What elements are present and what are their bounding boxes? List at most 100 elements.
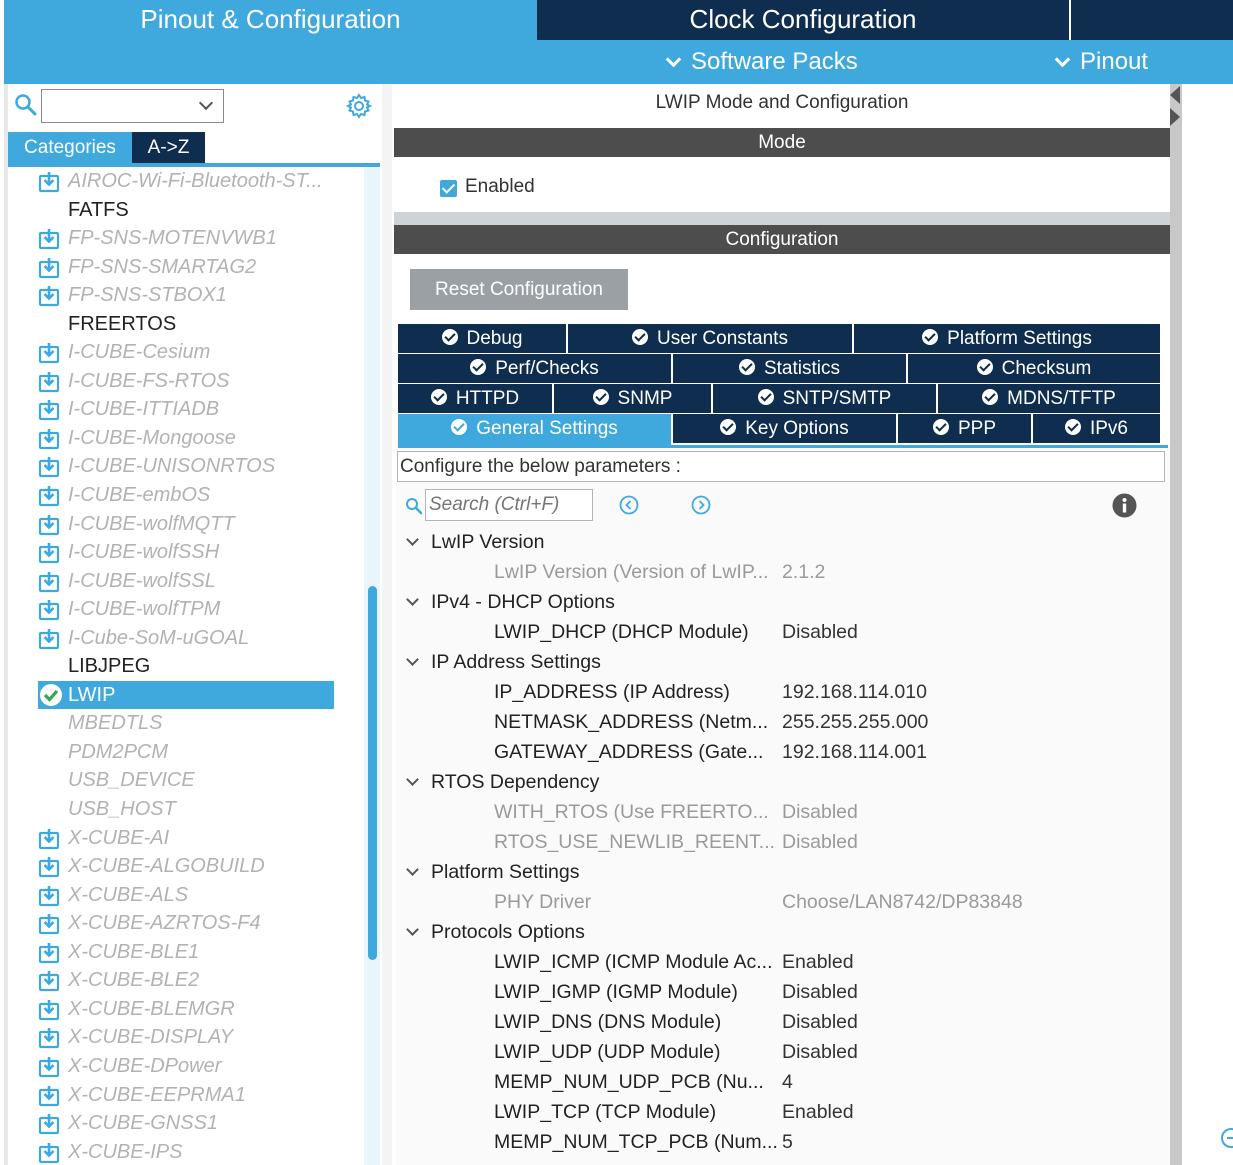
category-item[interactable]: FATFS	[8, 196, 364, 225]
param-value[interactable]: Disabled	[782, 977, 858, 1007]
category-item[interactable]: X-CUBE-IPS	[8, 1138, 364, 1165]
pinout-menu[interactable]: Pinout	[1053, 40, 1148, 84]
chevron-down-icon[interactable]	[406, 533, 419, 546]
info-icon[interactable]	[1112, 493, 1137, 518]
category-item[interactable]: I-CUBE-wolfSSL	[8, 567, 364, 596]
chevron-down-icon[interactable]	[406, 863, 419, 876]
tab-user-constants[interactable]: User Constants	[568, 324, 854, 353]
chevron-down-icon[interactable]	[406, 773, 419, 786]
param-row[interactable]: LWIP_DHCP (DHCP Module) Disabled	[396, 617, 1170, 647]
tab-mdns-tftp[interactable]: MDNS/TFTP	[938, 384, 1160, 413]
category-item[interactable]: I-CUBE-embOS	[8, 481, 364, 510]
tab-checksum[interactable]: Checksum	[908, 354, 1160, 383]
software-packs-menu[interactable]: Software Packs	[664, 40, 858, 84]
category-item[interactable]: AIROC-Wi-Fi-Bluetooth-ST...	[8, 167, 364, 196]
param-row[interactable]: LWIP_ICMP (ICMP Module Ac... Enabled	[396, 947, 1170, 977]
category-item[interactable]: I-CUBE-FS-RTOS	[8, 367, 364, 396]
param-value[interactable]: Disabled	[782, 617, 858, 647]
category-item[interactable]: X-CUBE-EEPRMA1	[8, 1081, 364, 1110]
category-item[interactable]: X-CUBE-DPower	[8, 1052, 364, 1081]
param-value[interactable]: Disabled	[782, 1007, 858, 1037]
tab-platform-settings[interactable]: Platform Settings	[854, 324, 1160, 353]
param-value[interactable]: Disabled	[782, 1037, 858, 1067]
chevron-down-icon[interactable]	[406, 923, 419, 936]
param-row[interactable]: NETMASK_ADDRESS (Netm... 255.255.255.000	[396, 707, 1170, 737]
category-item[interactable]: I-CUBE-Cesium	[8, 338, 364, 367]
param-group[interactable]: IP Address Settings	[396, 647, 1170, 677]
tab-httpd[interactable]: HTTPD	[398, 384, 554, 413]
category-item[interactable]: USB_DEVICE	[8, 766, 364, 795]
param-row[interactable]: LWIP_DNS (DNS Module) Disabled	[396, 1007, 1170, 1037]
param-group[interactable]: Platform Settings	[396, 857, 1170, 887]
collapse-left-icon[interactable]	[1170, 86, 1180, 104]
tab-ipv6[interactable]: IPv6	[1033, 414, 1160, 443]
category-item[interactable]: LWIP	[8, 680, 364, 710]
param-row[interactable]: MEMP_NUM_TCP_PCB (Num... 5	[396, 1127, 1170, 1157]
tab-snmp[interactable]: SNMP	[554, 384, 713, 413]
search-combobox[interactable]	[41, 89, 224, 123]
category-item[interactable]: X-CUBE-BLE1	[8, 938, 364, 967]
search-icon[interactable]	[14, 93, 38, 117]
param-row[interactable]: GATEWAY_ADDRESS (Gate... 192.168.114.001	[396, 737, 1170, 767]
category-item[interactable]: I-CUBE-wolfMQTT	[8, 510, 364, 539]
zoom-icon[interactable]	[1220, 1127, 1233, 1149]
param-row[interactable]: MEMP_NUM_UDP_PCB (Nu... 4	[396, 1067, 1170, 1097]
category-item[interactable]: I-CUBE-ITTIADB	[8, 395, 364, 424]
param-group[interactable]: Protocols Options	[396, 917, 1170, 947]
category-item[interactable]: X-CUBE-ALGOBUILD	[8, 852, 364, 881]
tab-sntp-smtp[interactable]: SNTP/SMTP	[713, 384, 938, 413]
param-group[interactable]: LwIP Version	[396, 527, 1170, 557]
previous-match-icon[interactable]	[619, 495, 639, 515]
tab-clock-configuration[interactable]: Clock Configuration	[537, 0, 1069, 40]
gear-icon[interactable]	[346, 93, 372, 119]
chevron-down-icon[interactable]	[198, 95, 214, 111]
tab-a-to-z[interactable]: A->Z	[132, 132, 205, 164]
category-item[interactable]: X-CUBE-GNSS1	[8, 1109, 364, 1138]
tab-key-options[interactable]: Key Options	[673, 414, 898, 443]
param-group[interactable]: IPv4 - DHCP Options	[396, 587, 1170, 617]
search-field[interactable]	[425, 489, 593, 521]
category-item[interactable]: MBEDTLS	[8, 709, 364, 738]
category-item[interactable]: I-Cube-SoM-uGOAL	[8, 624, 364, 653]
tab-general-settings[interactable]: General Settings	[398, 414, 673, 445]
category-item[interactable]: X-CUBE-AI	[8, 824, 364, 853]
param-value[interactable]: Enabled	[782, 1097, 854, 1127]
chevron-down-icon[interactable]	[406, 593, 419, 606]
category-item[interactable]: FP-SNS-SMARTAG2	[8, 253, 364, 282]
category-item[interactable]: FREERTOS	[8, 310, 364, 339]
category-item[interactable]: USB_HOST	[8, 795, 364, 824]
param-row[interactable]: LWIP_TCP (TCP Module) Enabled	[396, 1097, 1170, 1127]
param-value[interactable]: Enabled	[782, 947, 854, 977]
tab-statistics[interactable]: Statistics	[673, 354, 908, 383]
search-input[interactable]	[429, 491, 589, 519]
expand-right-icon[interactable]	[1170, 108, 1180, 126]
enabled-checkbox[interactable]	[440, 180, 457, 197]
param-row[interactable]: LWIP_UDP (UDP Module) Disabled	[396, 1037, 1170, 1067]
param-value[interactable]: 192.168.114.010	[782, 677, 927, 707]
scrollbar-thumb[interactable]	[368, 586, 377, 960]
category-item[interactable]: I-CUBE-wolfTPM	[8, 595, 364, 624]
param-value[interactable]: 4	[782, 1067, 793, 1097]
tab-pinout-configuration[interactable]: Pinout & Configuration	[4, 0, 537, 40]
param-value[interactable]: 192.168.114.001	[782, 737, 927, 767]
next-match-icon[interactable]	[691, 495, 711, 515]
tab-categories[interactable]: Categories	[8, 132, 132, 164]
param-row[interactable]: LWIP_IGMP (IGMP Module) Disabled	[396, 977, 1170, 1007]
chevron-down-icon[interactable]	[406, 653, 419, 666]
param-group[interactable]: RTOS Dependency	[396, 767, 1170, 797]
category-item[interactable]: LIBJPEG	[8, 652, 364, 681]
category-item[interactable]: X-CUBE-ALS	[8, 881, 364, 910]
param-value[interactable]: 5	[782, 1127, 793, 1157]
panel-splitter[interactable]	[382, 84, 392, 1165]
category-item[interactable]: FP-SNS-MOTENVWB1	[8, 224, 364, 253]
category-item[interactable]: X-CUBE-DISPLAY	[8, 1023, 364, 1052]
category-item[interactable]: X-CUBE-BLEMGR	[8, 995, 364, 1024]
category-item[interactable]: I-CUBE-UNISONRTOS	[8, 452, 364, 481]
tab-ppp[interactable]: PPP	[898, 414, 1033, 443]
category-item[interactable]: I-CUBE-Mongoose	[8, 424, 364, 453]
category-item[interactable]: FP-SNS-STBOX1	[8, 281, 364, 310]
param-value[interactable]: 255.255.255.000	[782, 707, 928, 737]
param-row[interactable]: IP_ADDRESS (IP Address) 192.168.114.010	[396, 677, 1170, 707]
category-item[interactable]: X-CUBE-BLE2	[8, 966, 364, 995]
category-item[interactable]: X-CUBE-AZRTOS-F4	[8, 909, 364, 938]
